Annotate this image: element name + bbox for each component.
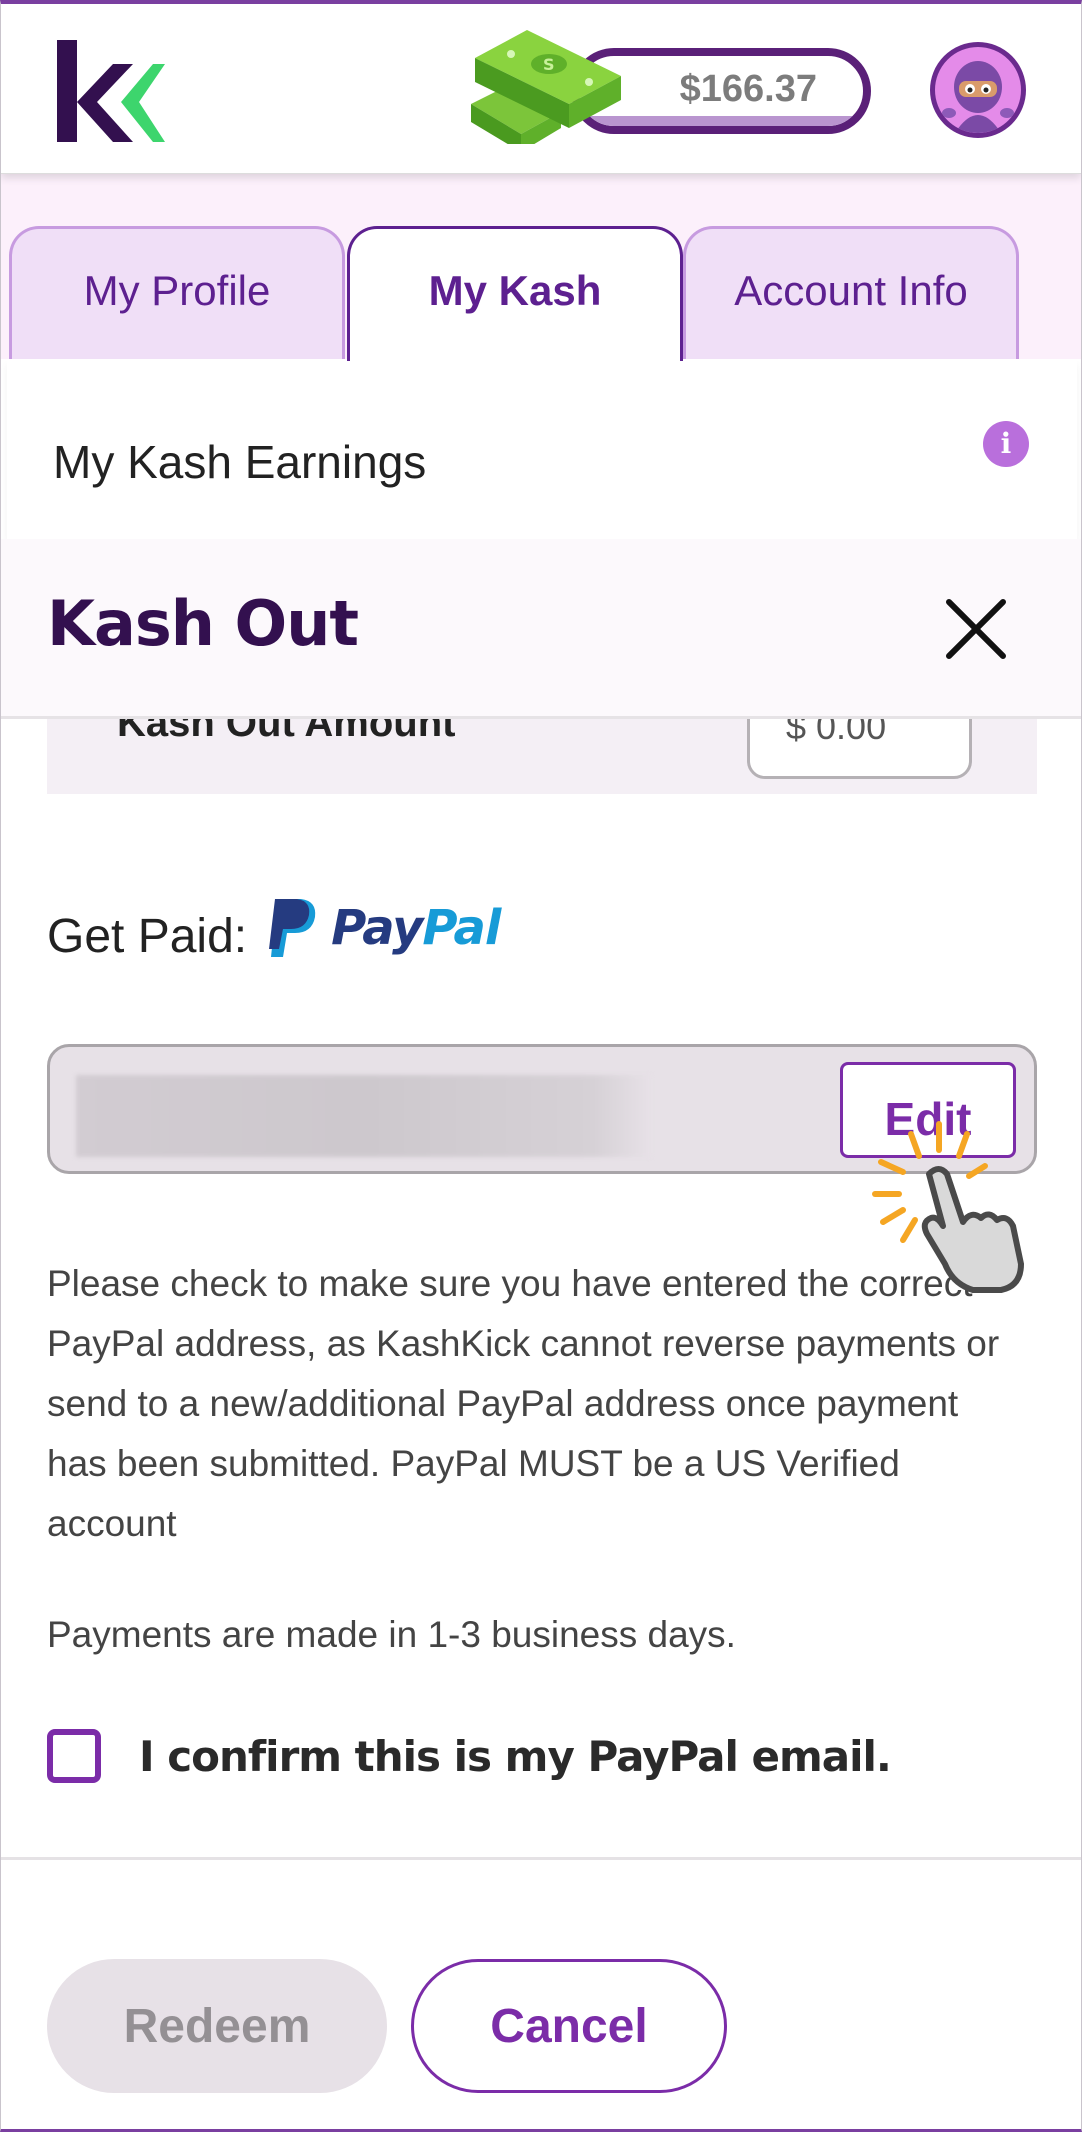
paypal-logo: PayPal	[269, 897, 501, 959]
profile-tabs: My Profile My Kash Account Info	[1, 174, 1081, 361]
modal-title: Kash Out	[47, 587, 359, 660]
cancel-button[interactable]: Cancel	[411, 1959, 727, 2093]
tab-my-kash[interactable]: My Kash	[347, 226, 683, 361]
tab-label: My Profile	[83, 267, 271, 314]
tab-label: Account Info	[734, 267, 968, 314]
user-avatar[interactable]	[930, 42, 1026, 138]
paypal-email-value-redacted	[76, 1075, 651, 1157]
close-icon[interactable]	[941, 594, 1011, 664]
earnings-card: My Kash Earnings i	[7, 359, 1077, 539]
tab-account-info[interactable]: Account Info	[683, 226, 1019, 361]
modal-header: Kash Out	[1, 539, 1081, 719]
paypal-notice: Please check to make sure you have enter…	[47, 1263, 1000, 1544]
tab-my-profile[interactable]: My Profile	[9, 226, 345, 361]
earnings-title: My Kash Earnings	[53, 436, 427, 488]
kashkick-logo[interactable]	[55, 40, 165, 144]
tab-label: My Kash	[428, 267, 602, 314]
get-paid-row: Get Paid: PayPal	[47, 898, 501, 964]
kash-out-modal: Kash Out Kash Out Amount $ 0.00 Get Paid…	[1, 539, 1081, 2129]
confirm-paypal-row[interactable]: I confirm this is my PayPal email.	[47, 1729, 892, 1783]
footer-divider	[1, 1857, 1081, 1860]
get-paid-label: Get Paid:	[47, 910, 248, 963]
confirm-paypal-label[interactable]: I confirm this is my PayPal email.	[139, 1732, 892, 1781]
svg-text:S: S	[543, 55, 555, 74]
confirm-paypal-checkbox[interactable]	[47, 1729, 101, 1783]
paypal-wordmark: PayPal	[331, 899, 501, 956]
balance-widget[interactable]: $166.37 S	[471, 24, 881, 144]
tap-hand-cursor-icon	[872, 1121, 1024, 1293]
money-stack-icon: S	[471, 30, 621, 144]
ninja-avatar-icon	[942, 61, 1014, 133]
redeem-button[interactable]: Redeem	[47, 1959, 387, 2093]
paypal-p-icon	[269, 898, 316, 957]
top-bar: $166.37 S	[1, 4, 1081, 174]
app-frame: $166.37 S My Profile My Kash Account Inf…	[0, 0, 1082, 2132]
payments-timing-note: Payments are made in 1-3 business days.	[47, 1614, 736, 1655]
info-icon[interactable]: i	[983, 421, 1029, 467]
